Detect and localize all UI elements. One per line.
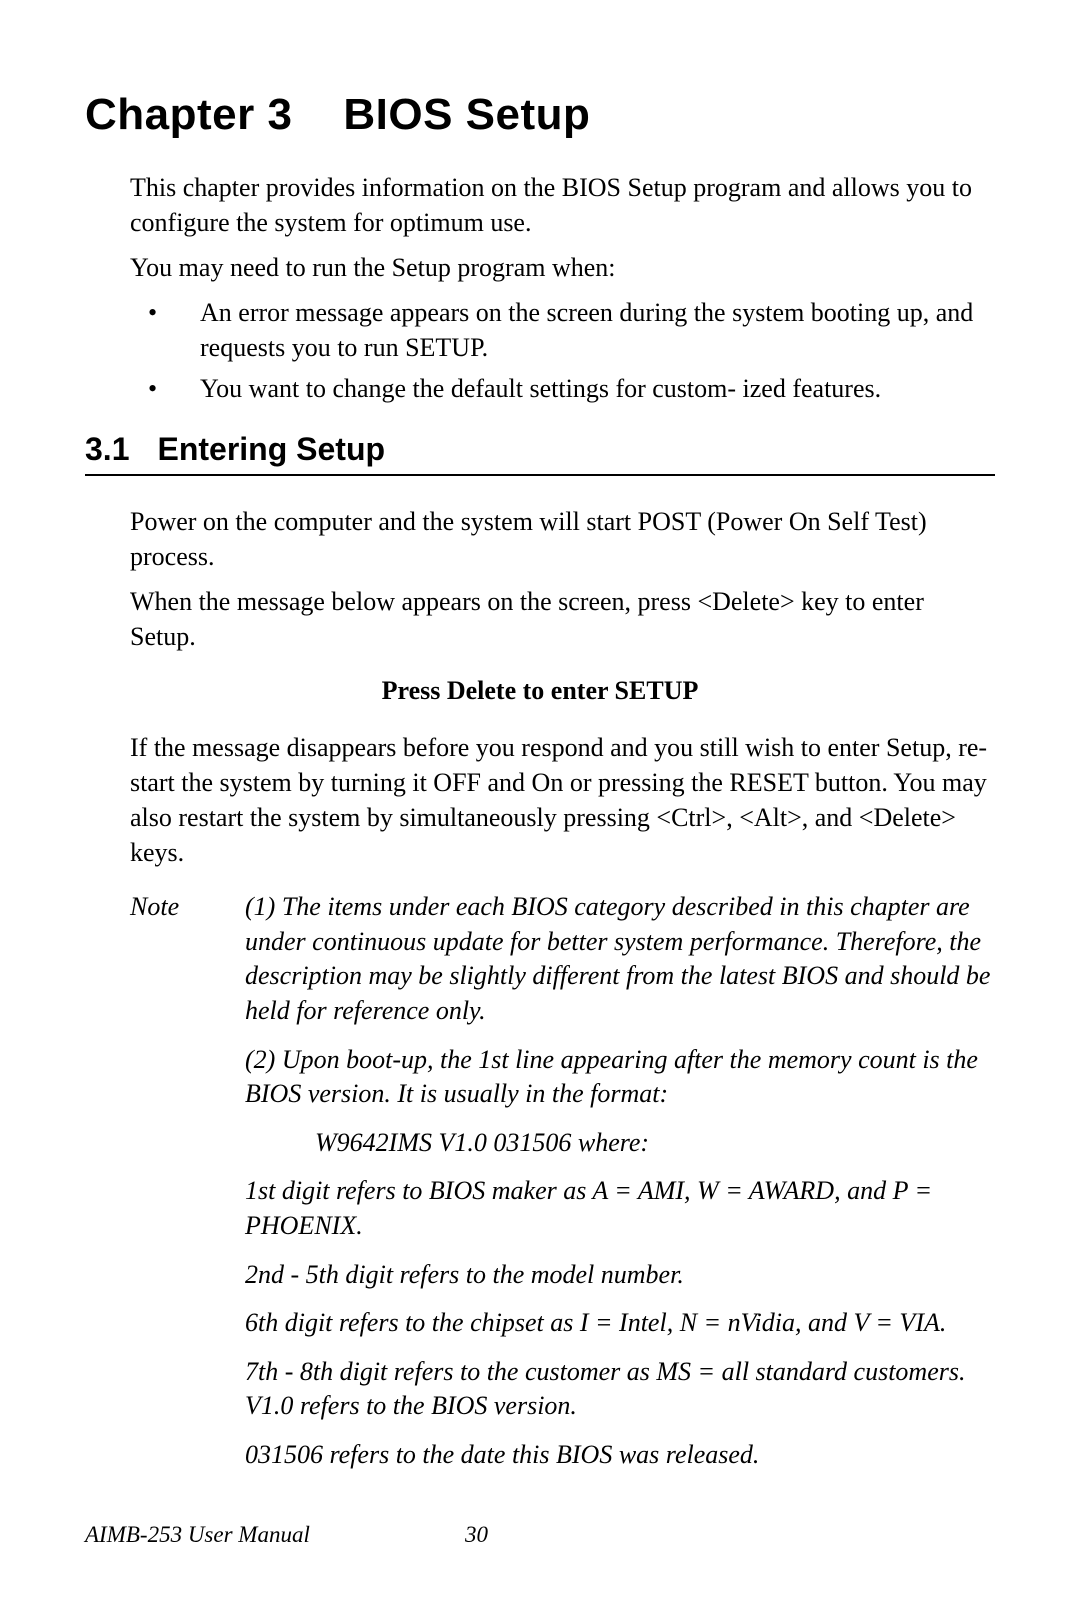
section-paragraph-1: Power on the computer and the system wil… — [130, 504, 995, 574]
note-version-line: W9642IMS V1.0 031506 where: — [315, 1126, 995, 1161]
bullet-text: You want to change the default settings … — [200, 371, 995, 406]
bullet-list: • An error message appears on the screen… — [130, 295, 995, 406]
note-paragraph: (2) Upon boot-up, the 1st line appearing… — [245, 1043, 995, 1112]
section-title: Entering Setup — [157, 431, 385, 468]
note-paragraph: 2nd - 5th digit refers to the model numb… — [245, 1258, 995, 1293]
note-block: Note (1) The items under each BIOS categ… — [130, 890, 995, 1486]
intro-paragraph-2: You may need to run the Setup program wh… — [130, 250, 995, 285]
note-row: Note (1) The items under each BIOS categ… — [130, 890, 995, 1486]
note-paragraph: 6th digit refers to the chipset as I = I… — [245, 1306, 995, 1341]
page-footer: AIMB-253 User Manual 30 — [85, 1522, 995, 1548]
bullet-icon: • — [130, 295, 200, 365]
bullet-icon: • — [130, 371, 200, 406]
footer-page-number: 30 — [465, 1522, 488, 1548]
section-number: 3.1 — [85, 431, 129, 468]
chapter-number: Chapter 3 — [85, 90, 292, 139]
note-body: (1) The items under each BIOS category d… — [245, 890, 995, 1486]
bullet-text: An error message appears on the screen d… — [200, 295, 995, 365]
section-paragraph-3: If the message disappears before you res… — [130, 730, 995, 870]
note-paragraph: 1st digit refers to BIOS maker as A = AM… — [245, 1174, 995, 1243]
document-page: Chapter 3 BIOS Setup This chapter provid… — [0, 0, 1080, 1486]
note-label: Note — [130, 890, 245, 1486]
chapter-name: BIOS Setup — [343, 90, 590, 139]
chapter-title: Chapter 3 BIOS Setup — [85, 90, 995, 140]
note-paragraph: (1) The items under each BIOS category d… — [245, 890, 995, 1028]
intro-paragraph-1: This chapter provides information on the… — [130, 170, 995, 240]
list-item: • You want to change the default setting… — [130, 371, 995, 406]
footer-doc-title: AIMB-253 User Manual — [85, 1522, 465, 1548]
note-paragraph: 7th - 8th digit refers to the customer a… — [245, 1355, 995, 1424]
section-paragraph-2: When the message below appears on the sc… — [130, 584, 995, 654]
list-item: • An error message appears on the screen… — [130, 295, 995, 365]
section-heading: 3.1 Entering Setup — [85, 431, 995, 476]
setup-prompt: Press Delete to enter SETUP — [85, 676, 995, 706]
note-paragraph: 031506 refers to the date this BIOS was … — [245, 1438, 995, 1473]
